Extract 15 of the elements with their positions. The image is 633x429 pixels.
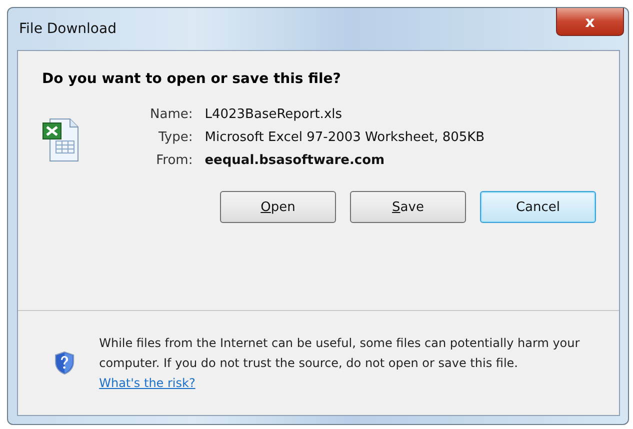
risk-link[interactable]: What's the risk? <box>99 376 196 390</box>
field-value: Microsoft Excel 97-2003 Worksheet, 805KB <box>204 130 485 145</box>
dialog-heading: Do you want to open or save this file? <box>42 71 342 87</box>
field-value: eequal.bsasoftware.com <box>204 153 386 168</box>
close-button[interactable]: x <box>556 8 624 36</box>
dialog-button[interactable]: Cancel <box>480 191 596 223</box>
window-title: File Download <box>19 21 116 37</box>
spreadsheet-file-icon <box>42 117 80 163</box>
field-label: From: <box>155 153 193 168</box>
field-label: Name: <box>150 107 193 122</box>
warning-text: While files from the Internet can be useful, some files can potentially harm your computer. If you do not trust the source, do not open or save this file. What's the risk? <box>99 335 581 392</box>
field-label: Type: <box>157 130 193 145</box>
dialog-button[interactable]: Save <box>350 191 466 223</box>
dialog-button[interactable]: Open <box>220 191 336 223</box>
field-value: L4023BaseReport.xls <box>204 107 344 122</box>
